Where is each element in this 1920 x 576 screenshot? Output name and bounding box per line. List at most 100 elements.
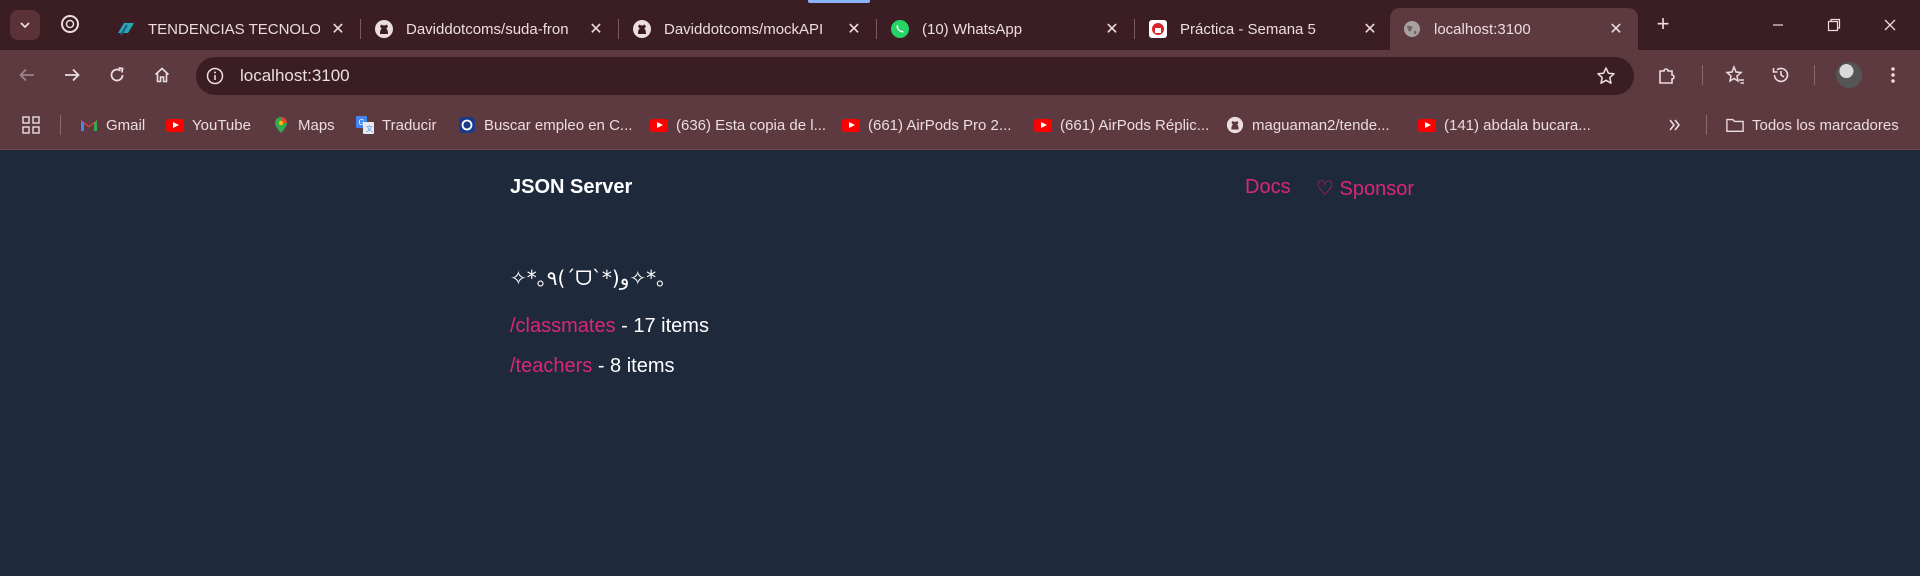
address-bar[interactable]: localhost:3100	[196, 57, 1634, 95]
bookmark-youtube-661-pro[interactable]: (661) AirPods Pro 2...	[842, 114, 1011, 136]
page-content: JSON Server Docs ♡ Sponsor ✧*｡٩(ˊᗜˋ*)و✧*…	[0, 151, 1920, 576]
tab-suda-front[interactable]: Daviddotcoms/suda-fron ✕	[362, 8, 619, 50]
menu-button[interactable]	[1880, 62, 1906, 88]
reload-icon	[110, 67, 124, 82]
resource-link-teachers[interactable]: /teachers	[510, 355, 592, 377]
close-icon[interactable]: ✕	[328, 19, 348, 39]
tab-title: Daviddotcoms/mockAPI	[664, 20, 824, 38]
restore-button[interactable]	[1814, 10, 1854, 40]
tab-title: (10) WhatsApp	[922, 20, 1023, 38]
minimize-button[interactable]	[1758, 10, 1798, 40]
reload-button[interactable]	[104, 62, 130, 88]
tab-separator	[360, 19, 361, 39]
tab-separator	[1134, 19, 1135, 39]
resource-link-classmates[interactable]: /classmates	[510, 315, 616, 337]
bookmark-youtube[interactable]: YouTube	[166, 114, 251, 136]
forward-button[interactable]	[59, 62, 85, 88]
bookmark-youtube-141[interactable]: (141) abdala bucara...	[1418, 114, 1591, 136]
pinned-tab-chatgpt[interactable]	[58, 12, 82, 36]
close-icon[interactable]: ✕	[586, 19, 606, 39]
bookmark-label: (636) Esta copia de l...	[676, 116, 827, 134]
bookmark-maps[interactable]: Maps	[272, 114, 335, 136]
bookmark-traducir[interactable]: G文 Traducir	[356, 114, 436, 136]
browser-window: TENDENCIAS TECNOLOGÍ ✕ Daviddotcoms/suda…	[0, 0, 1920, 576]
svg-text:文: 文	[366, 124, 373, 133]
bookmark-star-icon[interactable]	[1596, 66, 1616, 91]
resource-item: /classmates - 17 items	[510, 315, 709, 338]
youtube-icon	[1418, 116, 1436, 134]
all-bookmarks-folder[interactable]: Todos los marcadores	[1726, 114, 1899, 136]
youtube-icon	[166, 116, 184, 134]
tab-tendencias[interactable]: TENDENCIAS TECNOLOGÍ ✕	[104, 8, 361, 50]
bookmark-separator	[1706, 115, 1707, 135]
bookmark-label: maguaman2/tende...	[1252, 116, 1390, 134]
home-icon	[154, 67, 170, 83]
bookmark-separator	[60, 115, 61, 135]
close-icon	[1884, 19, 1896, 31]
browser-toolbar: localhost:3100	[0, 50, 1920, 100]
site-info-icon[interactable]	[202, 63, 228, 89]
youtube-icon	[1034, 116, 1052, 134]
address-url[interactable]: localhost:3100	[240, 66, 350, 86]
bookmark-label: Todos los marcadores	[1752, 116, 1899, 134]
maps-icon	[272, 116, 290, 134]
bookmark-label: Maps	[298, 116, 335, 134]
chevron-down-icon	[20, 22, 30, 29]
more-vertical-icon	[1891, 67, 1895, 83]
minimize-icon	[1773, 24, 1783, 26]
bookmark-youtube-636[interactable]: (636) Esta copia de l...	[650, 114, 826, 136]
close-icon[interactable]: ✕	[844, 19, 864, 39]
restore-icon	[1827, 18, 1841, 32]
tab-mockapi[interactable]: Daviddotcoms/mockAPI ✕	[620, 8, 877, 50]
close-icon[interactable]: ✕	[1606, 19, 1626, 39]
tab-title: Daviddotcoms/suda-fron	[406, 20, 569, 38]
avatar[interactable]	[1836, 62, 1862, 88]
bookmark-youtube-661-replica[interactable]: (661) AirPods Réplic...	[1034, 114, 1209, 136]
svg-text:G: G	[359, 118, 365, 127]
home-button[interactable]	[149, 62, 175, 88]
window-close-button[interactable]	[1870, 10, 1910, 40]
extensions-button[interactable]	[1654, 62, 1680, 88]
tab-search-button[interactable]	[10, 10, 40, 40]
github-icon	[1226, 116, 1244, 134]
youtube-icon	[842, 116, 860, 134]
close-icon[interactable]: ✕	[1360, 19, 1380, 39]
bookmarks-manager-button[interactable]	[1722, 62, 1748, 88]
tab-practica[interactable]: Práctica - Semana 5 ✕	[1136, 8, 1392, 50]
back-button[interactable]	[14, 62, 40, 88]
github-icon	[632, 19, 652, 39]
bookmark-gmail[interactable]: Gmail	[80, 114, 145, 136]
folder-icon	[1726, 116, 1744, 134]
tab-localhost[interactable]: localhost:3100 ✕	[1390, 8, 1638, 50]
gmail-icon	[80, 116, 98, 134]
new-tab-button[interactable]: +	[1650, 12, 1676, 38]
bookmark-label: Buscar empleo en C...	[484, 116, 633, 134]
apps-grid-icon	[22, 116, 40, 134]
kaomoji-text: ✧*｡٩(ˊᗜˋ*)و✧*｡	[510, 266, 667, 290]
resource-count: - 8 items	[592, 355, 675, 377]
tab-title: localhost:3100	[1434, 20, 1531, 38]
bookmarks-overflow-button[interactable]	[1668, 114, 1682, 136]
history-button[interactable]	[1768, 62, 1794, 88]
github-icon	[374, 19, 394, 39]
tab-loading-indicator	[808, 0, 870, 3]
sponsor-link[interactable]: ♡ Sponsor	[1316, 176, 1414, 201]
bookmarks-bar: Gmail YouTube Maps G文 Traducir Buscar em…	[0, 100, 1920, 150]
bookmark-github-maguaman[interactable]: maguaman2/tende...	[1226, 114, 1390, 136]
tab-strip: TENDENCIAS TECNOLOGÍ ✕ Daviddotcoms/suda…	[0, 0, 1920, 50]
page-title: JSON Server	[510, 176, 633, 198]
bookmark-label: (661) AirPods Pro 2...	[868, 116, 1012, 134]
chevron-double-right-icon	[1669, 119, 1681, 131]
bookmark-buscar-empleo[interactable]: Buscar empleo en C...	[458, 114, 632, 136]
apps-button[interactable]	[22, 114, 40, 136]
tab-separator	[618, 19, 619, 39]
bookmark-label: YouTube	[192, 116, 251, 134]
arrow-right-icon	[65, 68, 80, 82]
tab-title: TENDENCIAS TECNOLOGÍ	[148, 20, 320, 38]
job-icon	[458, 116, 476, 134]
docs-link[interactable]: Docs	[1245, 176, 1291, 199]
close-icon[interactable]: ✕	[1102, 19, 1122, 39]
chatgpt-icon	[61, 15, 79, 33]
bookmark-label: (661) AirPods Réplic...	[1060, 116, 1210, 134]
tab-whatsapp[interactable]: (10) WhatsApp ✕	[878, 8, 1135, 50]
